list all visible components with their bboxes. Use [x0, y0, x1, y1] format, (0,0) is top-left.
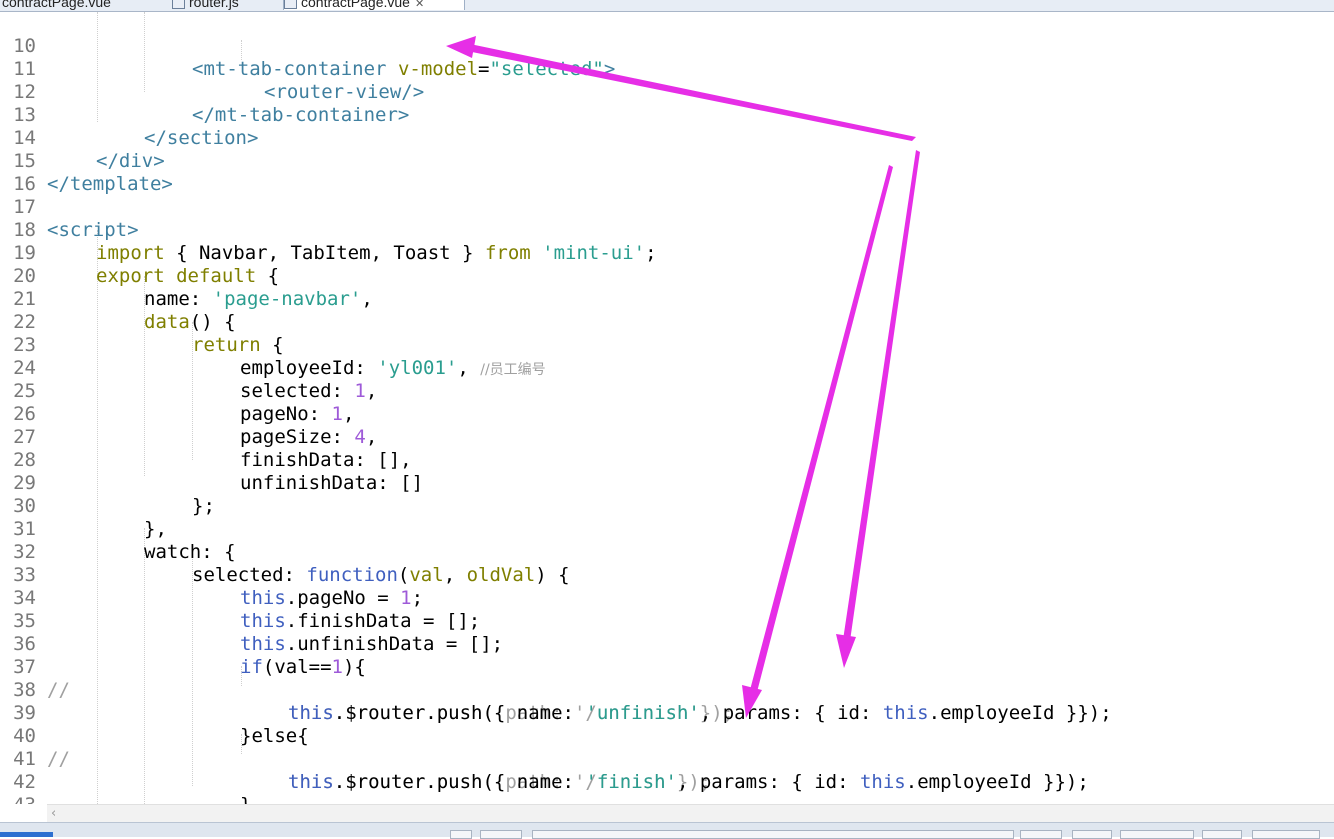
status-bar — [0, 822, 1334, 839]
code-line-34: 34 this.finishData = []; — [0, 564, 1334, 632]
editor-tab-bar: contractPage.vue router.js contractPage.… — [0, 0, 1334, 12]
code-line-20: 20 name: 'page-navbar', — [0, 242, 1334, 310]
tab-contractpage-vue-1[interactable]: contractPage.vue — [2, 0, 162, 10]
code-line-36: 36 if(val==1){ — [0, 610, 1334, 678]
tab-router-js[interactable]: router.js — [172, 0, 272, 10]
status-segment — [1202, 830, 1242, 839]
code-line-28: 28 unfinishData: [] — [0, 426, 1334, 494]
code-line-35: 35 this.unfinishData = []; — [0, 587, 1334, 655]
status-segment — [480, 830, 522, 839]
code-line-22: 22 return { — [0, 288, 1334, 356]
tab-contractpage-vue-active[interactable]: contractPage.vue ✕ — [283, 0, 465, 10]
status-segment — [1252, 830, 1320, 839]
progress-indicator — [0, 832, 53, 837]
status-segment — [1020, 830, 1062, 839]
code-line-25: 25 pageNo: 1, — [0, 357, 1334, 425]
code-line-41: 41 this.$router.push({ name: 'finish', p… — [0, 725, 1334, 793]
code-line-33: 33 this.pageNo = 1; — [0, 541, 1334, 609]
close-tab-icon[interactable]: ✕ — [415, 0, 424, 10]
code-line-42: 42 } — [0, 748, 1334, 804]
code-line-17: 17 <script> — [0, 173, 1334, 241]
horizontal-scrollbar[interactable]: ‹ — [47, 804, 1334, 822]
scroll-left-icon[interactable]: ‹ — [51, 805, 56, 822]
code-line-21: 21 data() { — [0, 265, 1334, 333]
code-line-23: 23 employeeId: 'yl001', //员工编号 — [0, 311, 1334, 379]
code-line-32: 32 selected: function(val, oldVal) { — [0, 518, 1334, 586]
tab-label: contractPage.vue — [301, 0, 410, 10]
code-line-43: 43 } — [0, 771, 1334, 804]
code-line-44: 44 }, — [0, 794, 1334, 804]
code-line-18: 18 import { Navbar, TabItem, Toast } fro… — [0, 196, 1334, 264]
code-line-29: 29 }; — [0, 449, 1334, 517]
code-line-38: 38 this.$router.push({ name: 'unfinish',… — [0, 656, 1334, 724]
code-line-37: 37 // this.$router.push({path: '/unfinis… — [0, 633, 1334, 724]
status-segment — [532, 830, 1014, 839]
code-line-24: 24 selected: 1, — [0, 334, 1334, 402]
code-line-27: 27 finishData: [], — [0, 403, 1334, 471]
code-line-11: 11 <router-view/> — [0, 35, 1334, 103]
code-line-12: 12 </mt-tab-container> — [0, 58, 1334, 126]
code-line-14: 14 </div> — [0, 104, 1334, 172]
status-segment — [1120, 830, 1194, 839]
code-line-40: 40 // this.$router.push({path: '/finish'… — [0, 702, 1334, 793]
status-segment — [450, 830, 472, 839]
status-segment — [1072, 830, 1112, 839]
code-line-30: 30 }, — [0, 472, 1334, 540]
code-line-10: 10 <mt-tab-container v-model="selected"> — [0, 12, 1334, 80]
code-line-31: 31 watch: { — [0, 495, 1334, 563]
vue-file-icon — [284, 0, 297, 9]
tab-label: contractPage.vue — [2, 0, 111, 10]
code-editor[interactable]: 10 <mt-tab-container v-model="selected">… — [0, 12, 1334, 804]
code-line-13: 13 </section> — [0, 81, 1334, 149]
code-line-15: 15 </template> — [0, 127, 1334, 195]
js-file-icon — [172, 0, 185, 9]
code-line-26: 26 pageSize: 4, — [0, 380, 1334, 448]
code-line-39: 39 }else{ — [0, 679, 1334, 747]
code-line-16: 16 — [0, 150, 1334, 195]
code-line-19: 19 export default { — [0, 219, 1334, 287]
tab-label: router.js — [189, 0, 239, 10]
